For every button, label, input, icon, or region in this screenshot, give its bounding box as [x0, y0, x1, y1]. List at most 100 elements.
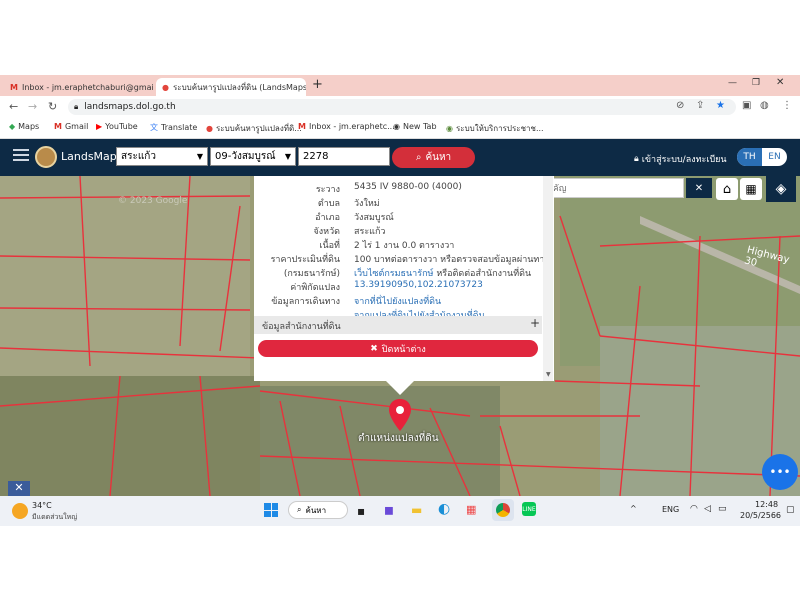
chat-icon: ••• — [769, 465, 791, 479]
share-icon[interactable]: ⇪ — [696, 100, 704, 111]
popup-scrollbar[interactable]: ▼ — [543, 176, 553, 381]
bookmark-inbox[interactable]: M Inbox - jm.eraphetc... — [298, 122, 395, 131]
label-subdistrict: ตำบล — [317, 199, 340, 209]
url-text: landsmaps.dol.go.th — [84, 102, 176, 112]
dol-logo — [35, 146, 57, 168]
menu-icon[interactable]: ⋮ — [782, 100, 792, 111]
wifi-icon[interactable]: ◠ — [690, 504, 698, 514]
lang-th-button[interactable]: TH — [737, 148, 762, 166]
login-link[interactable]: 🔒︎ เข้าสู่ระบบ/ลงทะเบียน — [634, 152, 727, 166]
address-bar[interactable]: 🔒︎ landsmaps.dol.go.th — [68, 99, 736, 115]
bookmark-landsmaps[interactable]: ● ระบบค้นหารูปแปลงที่ดิ... — [206, 122, 302, 135]
clock-time[interactable]: 12:48 — [755, 500, 778, 509]
volume-icon[interactable]: ◁ — [704, 504, 711, 514]
label-area: เนื้อที่ — [319, 241, 340, 251]
label-treasury: (กรมธนารักษ์) — [283, 269, 340, 279]
bookmark-star-icon[interactable]: ★ — [716, 100, 725, 111]
windows-taskbar — [0, 496, 800, 526]
bookmark-newtab[interactable]: ◉ New Tab — [393, 122, 437, 131]
value-appraisal: 100 บาทต่อตารางวา หรือตรวจสอบข้อมูลผ่านท… — [354, 255, 549, 265]
notifications-icon[interactable]: ▢ — [786, 505, 795, 515]
bookmark-label: New Tab — [402, 122, 437, 131]
battery-icon[interactable]: ▭ — [718, 504, 727, 514]
clear-search-button[interactable]: ✕ — [686, 178, 712, 198]
minimize-button[interactable]: — — [728, 78, 737, 88]
edge-icon[interactable]: ◐ — [438, 501, 450, 517]
close-icon: ✕ — [694, 182, 704, 194]
value-district: วังสมบูรณ์ — [354, 213, 394, 223]
clock-date[interactable]: 20/5/2566 — [740, 511, 781, 520]
location-marker-icon[interactable] — [388, 398, 412, 432]
province-select[interactable]: สระแก้ว ▼ — [116, 147, 208, 166]
bookmark-label: Gmail — [64, 122, 89, 131]
treasury-website-link[interactable]: เว็บไซต์กรมธนารักษ์ — [354, 269, 433, 279]
input-language[interactable]: ENG — [662, 505, 679, 514]
youtube-icon: ▶ — [96, 122, 103, 131]
weather-desc: มีแดดส่วนใหญ่ — [32, 513, 78, 521]
tools-icon[interactable]: ✕ — [8, 481, 30, 496]
close-window-button[interactable]: ✖ ปิดหน้าต่าง — [258, 340, 538, 357]
close-window-label: ปิดหน้าต่าง — [381, 344, 426, 355]
chrome-taskbar-icon[interactable] — [492, 499, 514, 521]
parcel-number-input[interactable]: 2278 — [298, 147, 390, 166]
teams-chat-icon[interactable]: ◼ — [384, 503, 394, 517]
value-province: สระแก้ว — [354, 227, 386, 237]
task-view-icon[interactable]: ▪ — [357, 504, 365, 518]
bookmark-translate[interactable]: 文 Translate — [150, 122, 197, 133]
tab-gmail[interactable]: M Inbox - jm.eraphetchaburi@gmai ✕ — [4, 78, 154, 96]
taskbar-search[interactable]: ⌕ ค้นหา — [288, 501, 348, 519]
home-button[interactable]: ⌂ — [716, 178, 738, 200]
bookmark-service[interactable]: ◉ ระบบให้บริการประชาช... — [446, 122, 544, 135]
profile-icon[interactable]: ◍ — [760, 100, 769, 111]
tab-landsmaps[interactable]: ● ระบบค้นหารูปแปลงที่ดิน (LandsMaps) ✕ — [156, 78, 306, 96]
back-icon[interactable]: ← — [9, 100, 18, 113]
layers-button[interactable]: ◈ — [766, 176, 796, 202]
globe-icon: ◉ — [393, 122, 400, 131]
bookmark-maps[interactable]: ◆ Maps — [9, 122, 39, 131]
windows-start-icon[interactable] — [264, 503, 278, 517]
office-info-label: ข้อมูลสำนักงานที่ดิน — [262, 322, 341, 332]
file-explorer-icon[interactable]: ▬ — [411, 503, 422, 517]
lang-en-button[interactable]: EN — [762, 148, 787, 166]
expand-icon[interactable]: + — [530, 316, 540, 330]
bookmark-youtube[interactable]: ▶ YouTube — [96, 122, 138, 131]
line-app-icon[interactable]: LINE — [522, 502, 536, 516]
bookmark-label: ระบบให้บริการประชาช... — [455, 124, 544, 133]
scroll-down-icon[interactable]: ▼ — [546, 371, 551, 378]
value-sheet: 5435 IV 9880-00 (4000) — [354, 182, 462, 192]
office-info-section[interactable]: ข้อมูลสำนักงานที่ดิน + — [254, 316, 542, 334]
search-button[interactable]: ⌕ ค้นหา — [392, 147, 475, 168]
label-district: อำเภอ — [315, 213, 340, 223]
bookmark-gmail[interactable]: M Gmail — [54, 122, 88, 131]
restore-button[interactable]: ❐ — [752, 78, 760, 88]
weather-temp[interactable]: 34°C — [32, 501, 52, 510]
globe-icon: ◉ — [446, 124, 453, 133]
store-icon[interactable]: ▦ — [466, 503, 476, 516]
hamburger-menu-icon[interactable] — [13, 149, 29, 161]
search-icon: ⌕ — [297, 505, 302, 514]
location-blocked-icon[interactable]: ⊘ — [676, 100, 684, 111]
sidepanel-icon[interactable]: ▣ — [742, 100, 751, 111]
brand-name: LandsMaps — [61, 150, 123, 163]
coordinates-link[interactable]: 13.39190950,102.21073723 — [354, 280, 483, 290]
forward-icon[interactable]: → — [28, 100, 37, 113]
map-watermark: © 2023 Google — [118, 196, 188, 206]
reload-icon[interactable]: ↻ — [48, 100, 57, 113]
new-tab-button[interactable]: + — [312, 77, 323, 92]
maps-icon: ◆ — [9, 122, 16, 131]
marker-label: ตำแหน่งแปลงที่ดิน — [358, 433, 439, 444]
directions-to-parcel-link[interactable]: จากที่นี่ไปยังแปลงที่ดิน — [354, 294, 441, 308]
district-value: 09-วังสมบูรณ์ — [215, 151, 276, 162]
pin-icon: ● — [206, 124, 213, 133]
tray-overflow-icon[interactable]: ^ — [630, 504, 637, 513]
tab-title: Inbox - jm.eraphetchaburi@gmai — [21, 82, 154, 92]
gmail-icon: M — [10, 82, 18, 92]
chrome-icon — [496, 503, 510, 517]
chat-button[interactable]: ••• — [762, 454, 798, 490]
weather-sun-icon[interactable] — [12, 503, 28, 519]
grid-button[interactable]: ▦ — [740, 178, 762, 200]
district-select[interactable]: 09-วังสมบูรณ์ ▼ — [210, 147, 296, 166]
province-value: สระแก้ว — [121, 151, 156, 162]
language-toggle: TH EN — [737, 148, 787, 166]
window-close-button[interactable]: ✕ — [776, 77, 784, 88]
